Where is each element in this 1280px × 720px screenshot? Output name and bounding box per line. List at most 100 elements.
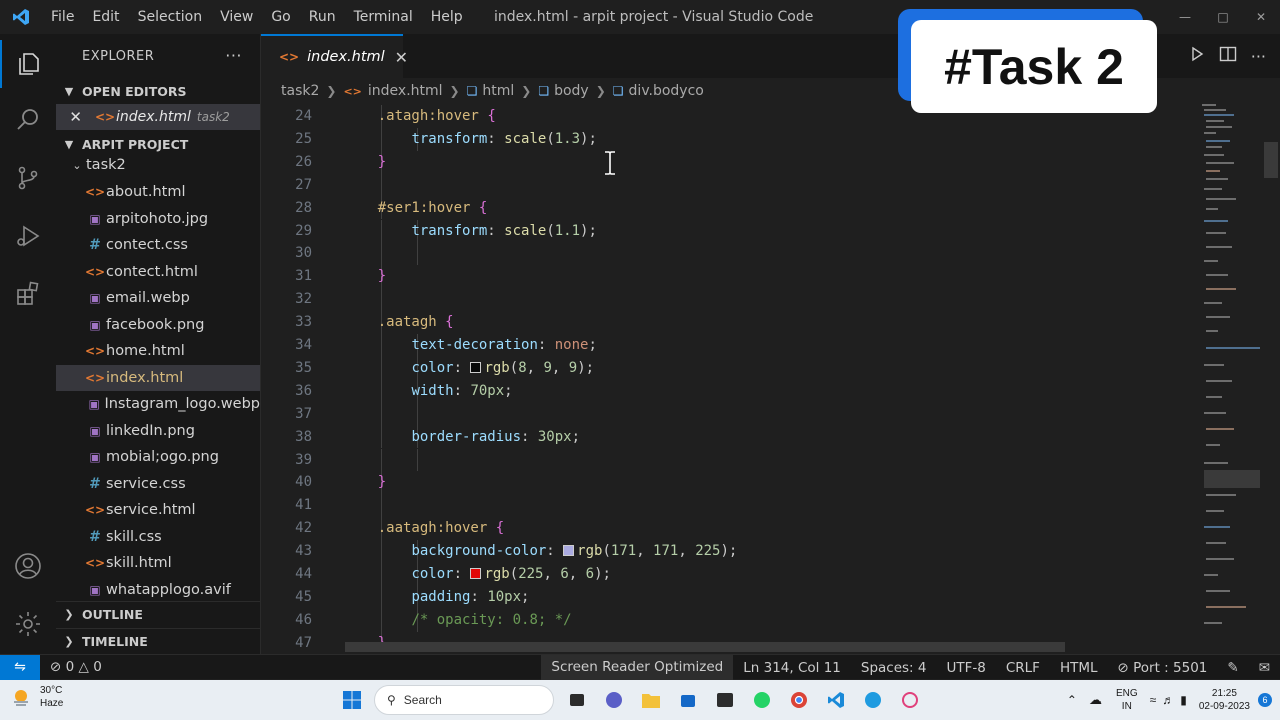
whatsapp-icon[interactable]	[743, 680, 780, 720]
horizontal-scrollbar[interactable]	[345, 642, 1065, 652]
language-mode[interactable]: HTML	[1050, 660, 1108, 676]
color-swatch[interactable]	[470, 568, 482, 579]
indentation[interactable]: Spaces: 4	[851, 660, 937, 676]
outline-section[interactable]: ❯ OUTLINE	[56, 601, 260, 627]
cursor-position[interactable]: Ln 314, Col 11	[733, 660, 851, 676]
line-number: 33	[295, 314, 312, 331]
end-of-line[interactable]: CRLF	[996, 660, 1050, 676]
encoding[interactable]: UTF-8	[936, 660, 995, 676]
menu-terminal[interactable]: Terminal	[345, 0, 422, 34]
chevron-up-icon[interactable]: ⌃	[1067, 693, 1077, 707]
minimap[interactable]	[1196, 102, 1262, 652]
extensions-icon[interactable]	[0, 270, 56, 318]
menu-go[interactable]: Go	[262, 0, 299, 34]
file-item[interactable]: <> contect.html	[56, 259, 260, 286]
menu-help[interactable]: Help	[422, 0, 472, 34]
tab-index-html[interactable]: <> index.html ✕	[261, 34, 408, 78]
window-title: index.html - arpit project - Visual Stud…	[494, 9, 814, 25]
close-tab-icon[interactable]: ✕	[395, 48, 408, 67]
explorer-icon[interactable]	[0, 40, 56, 88]
code-editor[interactable]: 24 .atagh:hover { 25 transform: scale(1.…	[262, 105, 1192, 651]
snipping-tool-icon[interactable]	[891, 680, 928, 720]
live-server-port[interactable]: ⊘ Port : 5501	[1108, 660, 1218, 676]
taskbar-search[interactable]: ⚲ Search	[374, 685, 554, 715]
open-editor-item[interactable]: ✕ <> index.html task2	[56, 104, 260, 130]
open-editor-folder-hint: task2	[196, 110, 230, 124]
wifi-icon[interactable]: ≈	[1150, 693, 1157, 707]
vertical-scrollbar[interactable]	[1264, 142, 1278, 178]
file-item[interactable]: <> index.html	[56, 364, 260, 391]
html-file-icon: <>	[343, 84, 362, 98]
file-item[interactable]: <> home.html	[56, 338, 260, 365]
weather-widget[interactable]: 30°C Haze	[10, 684, 63, 710]
open-editors-section[interactable]: ▼ OPEN EDITORS	[56, 78, 260, 104]
breadcrumb-body[interactable]: body	[554, 83, 589, 99]
menu-file[interactable]: File	[42, 0, 83, 34]
file-item[interactable]: ▣ Instagram_logo.webp	[56, 391, 260, 418]
timeline-section[interactable]: ❯ TIMELINE	[56, 628, 260, 654]
settings-gear-icon[interactable]	[0, 600, 56, 648]
file-item[interactable]: <> about.html	[56, 179, 260, 206]
html-file-icon: <>	[279, 50, 300, 64]
file-item[interactable]: <> skill.html	[56, 550, 260, 577]
file-item[interactable]: ▣ whatapplogo.avif	[56, 577, 260, 604]
file-item[interactable]: # skill.css	[56, 524, 260, 551]
language-indicator[interactable]: ENG IN	[1116, 687, 1138, 713]
menu-edit[interactable]: Edit	[83, 0, 128, 34]
file-item[interactable]: # contect.css	[56, 232, 260, 259]
feedback-icon[interactable]: ✎	[1217, 660, 1248, 676]
terminal-icon[interactable]	[706, 680, 743, 720]
vscode-taskbar-icon[interactable]	[817, 680, 854, 720]
file-item[interactable]: ▣ linkedIn.png	[56, 418, 260, 445]
search-icon[interactable]	[0, 96, 56, 144]
menu-view[interactable]: View	[211, 0, 262, 34]
file-item[interactable]: <> service.html	[56, 497, 260, 524]
remote-indicator-icon[interactable]: ⇋	[0, 654, 40, 680]
onedrive-cloud-icon[interactable]: ☁	[1089, 692, 1102, 708]
file-item[interactable]: ▣ mobial;ogo.png	[56, 444, 260, 471]
source-control-icon[interactable]	[0, 154, 56, 202]
image-file-icon: ▣	[88, 397, 100, 412]
problems-indicator[interactable]: ⊘ 0 △ 0	[40, 659, 112, 675]
run-debug-icon[interactable]	[0, 212, 56, 260]
file-item[interactable]: ▣ arpitohoto.jpg	[56, 206, 260, 233]
windows-start-icon[interactable]	[333, 680, 370, 720]
screen-reader-mode[interactable]: Screen Reader Optimized	[541, 655, 734, 680]
folder-task2[interactable]: ⌄ task2	[56, 152, 260, 179]
breadcrumb-folder[interactable]: task2	[281, 83, 319, 99]
color-swatch[interactable]	[563, 545, 575, 557]
breadcrumb-div[interactable]: div.bodyco	[629, 83, 704, 99]
notification-badge[interactable]: 6	[1258, 693, 1272, 707]
close-window-button[interactable]: ✕	[1242, 0, 1280, 34]
account-icon[interactable]	[0, 542, 56, 590]
clock[interactable]: 21:25 02-09-2023	[1199, 687, 1250, 713]
menu-run[interactable]: Run	[300, 0, 345, 34]
close-editor-icon[interactable]: ✕	[56, 108, 90, 126]
run-play-icon[interactable]	[1189, 46, 1205, 66]
file-item[interactable]: # service.css	[56, 471, 260, 498]
store-icon[interactable]	[669, 680, 706, 720]
color-swatch[interactable]	[470, 361, 482, 373]
file-item[interactable]: ▣ email.webp	[56, 285, 260, 312]
chat-icon[interactable]	[595, 680, 632, 720]
edge-icon[interactable]	[854, 680, 891, 720]
file-name: mobial;ogo.png	[106, 449, 219, 466]
file-explorer-icon[interactable]	[632, 680, 669, 720]
volume-icon[interactable]: ♬	[1162, 693, 1174, 707]
breadcrumb-file[interactable]: index.html	[368, 83, 443, 99]
line-number: 25	[295, 130, 312, 147]
chrome-icon[interactable]	[780, 680, 817, 720]
more-actions-icon[interactable]: ···	[225, 46, 242, 65]
minimize-button[interactable]: —	[1166, 0, 1204, 34]
file-name: linkedIn.png	[106, 422, 195, 439]
file-item[interactable]: ▣ facebook.png	[56, 312, 260, 339]
more-actions-icon[interactable]: ···	[1251, 47, 1266, 66]
task-view-icon[interactable]	[558, 680, 595, 720]
menu-selection[interactable]: Selection	[129, 0, 212, 34]
battery-icon[interactable]: ▮	[1180, 693, 1187, 707]
breadcrumb-html[interactable]: html	[482, 83, 514, 99]
notifications-bell-icon[interactable]: ✉	[1249, 660, 1280, 676]
maximize-button[interactable]: □	[1204, 0, 1242, 34]
split-editor-icon[interactable]	[1219, 46, 1237, 66]
line-number: 41	[295, 497, 312, 514]
